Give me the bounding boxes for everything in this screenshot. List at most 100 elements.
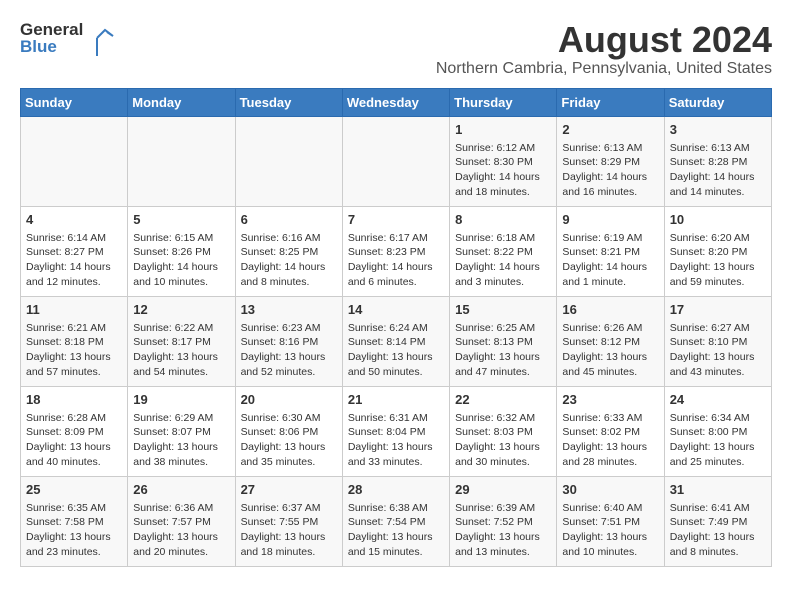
cell-line: Sunrise: 6:33 AM [562, 412, 642, 424]
page-header: General Blue August 2024 Northern Cambri… [20, 20, 772, 78]
cell-content: Sunrise: 6:28 AMSunset: 8:09 PMDaylight:… [26, 411, 122, 470]
subtitle: Northern Cambria, Pennsylvania, United S… [436, 60, 772, 78]
calendar-week-row: 1Sunrise: 6:12 AMSunset: 8:30 PMDaylight… [21, 116, 772, 206]
cell-line: Daylight: 13 hours [670, 351, 755, 363]
cell-line: and 18 minutes. [241, 546, 316, 558]
logo-bird-icon [87, 20, 117, 56]
cell-line: and 57 minutes. [26, 366, 101, 378]
cell-line: and 3 minutes. [455, 276, 524, 288]
cell-content: Sunrise: 6:23 AMSunset: 8:16 PMDaylight:… [241, 321, 337, 380]
day-header-monday: Monday [128, 88, 235, 116]
cell-line: Sunrise: 6:29 AM [133, 412, 213, 424]
cell-line: and 20 minutes. [133, 546, 208, 558]
calendar-week-row: 4Sunrise: 6:14 AMSunset: 8:27 PMDaylight… [21, 206, 772, 296]
calendar-cell: 4Sunrise: 6:14 AMSunset: 8:27 PMDaylight… [21, 206, 128, 296]
calendar-cell: 29Sunrise: 6:39 AMSunset: 7:52 PMDayligh… [450, 476, 557, 566]
cell-line: and 13 minutes. [455, 546, 530, 558]
calendar-cell [21, 116, 128, 206]
cell-content: Sunrise: 6:35 AMSunset: 7:58 PMDaylight:… [26, 501, 122, 560]
cell-line: and 8 minutes. [670, 546, 739, 558]
cell-line: and 25 minutes. [670, 456, 745, 468]
cell-line: and 18 minutes. [455, 186, 530, 198]
cell-line: Sunset: 8:07 PM [133, 426, 211, 438]
cell-content: Sunrise: 6:15 AMSunset: 8:26 PMDaylight:… [133, 231, 229, 290]
cell-line: Sunset: 8:04 PM [348, 426, 426, 438]
cell-line: Sunrise: 6:24 AM [348, 322, 428, 334]
cell-line: Sunrise: 6:13 AM [670, 142, 750, 154]
cell-content: Sunrise: 6:22 AMSunset: 8:17 PMDaylight:… [133, 321, 229, 380]
day-number: 13 [241, 301, 337, 319]
cell-line: Sunset: 8:22 PM [455, 246, 533, 258]
calendar-cell: 16Sunrise: 6:26 AMSunset: 8:12 PMDayligh… [557, 296, 664, 386]
day-number: 27 [241, 481, 337, 499]
calendar-cell: 30 Sunrise: 6:40 AMSunset: 7:51 PMDayligh… [557, 476, 664, 566]
day-number: 14 [348, 301, 444, 319]
cell-line: Daylight: 13 hours [133, 531, 218, 543]
cell-line: Sunset: 7:57 PM [133, 516, 211, 528]
calendar-cell: 19Sunrise: 6:29 AMSunset: 8:07 PMDayligh… [128, 386, 235, 476]
logo: General Blue [20, 20, 117, 56]
cell-line: Daylight: 13 hours [562, 351, 647, 363]
cell-line: Sunset: 8:29 PM [562, 156, 640, 168]
cell-content: Sunrise: 6:13 AMSunset: 8:28 PMDaylight:… [670, 141, 766, 200]
cell-line: and 8 minutes. [241, 276, 310, 288]
cell-content: Sunrise: 6:24 AMSunset: 8:14 PMDaylight:… [348, 321, 444, 380]
cell-line: Daylight: 13 hours [348, 351, 433, 363]
cell-line: Daylight: 14 hours [455, 261, 540, 273]
cell-line: Sunset: 8:20 PM [670, 246, 748, 258]
calendar-cell: 9Sunrise: 6:19 AMSunset: 8:21 PMDaylight… [557, 206, 664, 296]
day-header-wednesday: Wednesday [342, 88, 449, 116]
cell-line: Daylight: 13 hours [455, 351, 540, 363]
cell-line: Daylight: 13 hours [133, 441, 218, 453]
day-number: 30 [562, 481, 658, 499]
cell-line: Daylight: 14 hours [562, 261, 647, 273]
calendar-cell: 3Sunrise: 6:13 AMSunset: 8:28 PMDaylight… [664, 116, 771, 206]
cell-line: Sunrise: 6:34 AM [670, 412, 750, 424]
cell-line: Sunset: 8:16 PM [241, 336, 319, 348]
cell-line: Sunrise: 6:16 AM [241, 232, 321, 244]
calendar-cell: 5Sunrise: 6:15 AMSunset: 8:26 PMDaylight… [128, 206, 235, 296]
cell-line: Daylight: 13 hours [241, 351, 326, 363]
day-number: 18 [26, 391, 122, 409]
day-number: 2 [562, 121, 658, 139]
cell-line: and 28 minutes. [562, 456, 637, 468]
cell-line: Sunset: 8:09 PM [26, 426, 104, 438]
cell-line: and 35 minutes. [241, 456, 316, 468]
calendar-cell: 1Sunrise: 6:12 AMSunset: 8:30 PMDaylight… [450, 116, 557, 206]
cell-content: Sunrise: 6:41 AMSunset: 7:49 PMDaylight:… [670, 501, 766, 560]
day-number: 10 [670, 211, 766, 229]
cell-line: Sunrise: 6:13 AM [562, 142, 642, 154]
cell-content: Sunrise: 6:33 AMSunset: 8:02 PMDaylight:… [562, 411, 658, 470]
cell-content: Sunrise: 6:39 AMSunset: 7:52 PMDaylight:… [455, 501, 551, 560]
cell-line: Daylight: 13 hours [562, 531, 647, 543]
cell-content: Sunrise: 6:17 AMSunset: 8:23 PMDaylight:… [348, 231, 444, 290]
title-block: August 2024 Northern Cambria, Pennsylvan… [436, 20, 772, 78]
cell-content: Sunrise: 6:40 AMSunset: 7:51 PMDaylight:… [562, 501, 658, 560]
cell-line: Sunset: 8:30 PM [455, 156, 533, 168]
cell-content: Sunrise: 6:29 AM Sunset: 8:07 PM Daylight:… [133, 411, 229, 470]
cell-line: Sunset: 8:10 PM [670, 336, 748, 348]
cell-line: Daylight: 14 hours [348, 261, 433, 273]
day-number: 16 [562, 301, 658, 319]
calendar-cell: 11Sunrise: 6:21 AMSunset: 8:18 PMDayligh… [21, 296, 128, 386]
cell-line: Daylight: 13 hours [241, 441, 326, 453]
cell-content: Sunrise: 6:16 AMSunset: 8:25 PMDaylight:… [241, 231, 337, 290]
cell-line: Daylight: 13 hours [133, 351, 218, 363]
day-header-thursday: Thursday [450, 88, 557, 116]
cell-line: and 40 minutes. [26, 456, 101, 468]
cell-line: Sunrise: 6:20 AM [670, 232, 750, 244]
cell-line: Sunrise: 6:15 AM [133, 232, 213, 244]
cell-content: Sunrise: 6:37 AMSunset: 7:55 PMDaylight:… [241, 501, 337, 560]
day-number: 23 [562, 391, 658, 409]
cell-content: Sunrise: 6:18 AMSunset: 8:22 PMDaylight:… [455, 231, 551, 290]
cell-line: Sunrise: 6:36 AM [133, 502, 213, 514]
calendar-cell: 21Sunrise: 6:31 AMSunset: 8:04 PMDayligh… [342, 386, 449, 476]
calendar-cell: 22Sunrise: 6:32 AMSunset: 8:03 PMDayligh… [450, 386, 557, 476]
day-number: 15 [455, 301, 551, 319]
calendar-cell: 12Sunrise: 6:22 AMSunset: 8:17 PMDayligh… [128, 296, 235, 386]
cell-line: and 1 minute. [562, 276, 626, 288]
day-number: 31 [670, 481, 766, 499]
cell-line: and 47 minutes. [455, 366, 530, 378]
cell-line: Daylight: 13 hours [455, 441, 540, 453]
cell-line: Daylight: 13 hours [26, 351, 111, 363]
